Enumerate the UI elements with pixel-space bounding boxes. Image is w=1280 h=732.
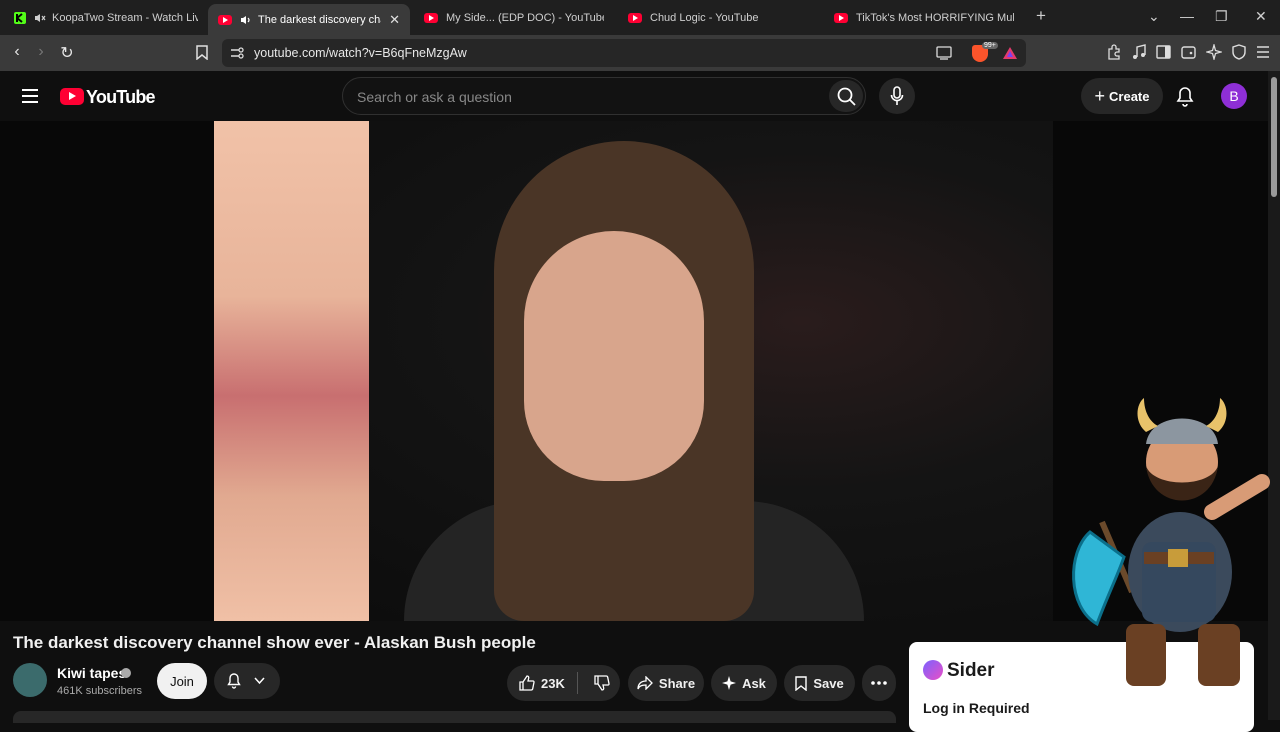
save-label: Save [813, 675, 844, 691]
account-avatar[interactable]: B [1221, 83, 1247, 109]
ask-label: Ask [742, 675, 766, 691]
youtube-icon [424, 12, 438, 23]
youtube-logo-text[interactable]: YouTube [86, 87, 156, 108]
extensions-puzzle-icon[interactable] [1106, 44, 1122, 60]
browser-tab-active[interactable]: The darkest discovery channe ✕ [208, 4, 410, 35]
brave-shields-badge: 99+ [982, 42, 998, 49]
scrollbar-thumb[interactable] [1271, 77, 1277, 197]
cast-icon[interactable] [936, 46, 952, 60]
viking-mascot-icon[interactable] [1062, 392, 1274, 692]
like-count[interactable]: 23K [541, 676, 565, 691]
create-label: Create [1109, 88, 1150, 104]
url-text: youtube.com/watch?v=B6qFneMzgAw [254, 46, 467, 60]
youtube-icon [218, 14, 232, 25]
close-tab-icon[interactable]: ✕ [389, 12, 400, 28]
description-box[interactable] [13, 711, 896, 723]
join-button[interactable]: Join [157, 663, 207, 699]
like-divider [576, 672, 578, 694]
browser-tab[interactable]: TikTok's Most HORRIFYING Mukbang [824, 4, 1024, 31]
search-icon [837, 87, 856, 106]
tab-title: My Side... (EDP DOC) - YouTube [446, 11, 604, 24]
search-box[interactable]: Search or ask a question [342, 77, 866, 115]
brave-rewards-icon[interactable] [1002, 46, 1018, 60]
guide-menu-icon[interactable] [22, 89, 38, 103]
tab-title: TikTok's Most HORRIFYING Mukbang [856, 11, 1014, 24]
video-subject-face [524, 231, 704, 481]
chevron-down-icon [254, 677, 265, 685]
subscription-notifications-button[interactable] [214, 663, 280, 699]
wallet-icon[interactable] [1181, 45, 1196, 59]
more-horizontal-icon [871, 681, 887, 685]
maximize-window-icon[interactable]: ❐ [1215, 8, 1228, 25]
reload-icon[interactable]: ↻ [57, 43, 77, 63]
browser-toolbar: ‹ › ↻ youtube.com/watch?v=B6qFneMzgAw 99… [0, 35, 1280, 71]
leo-ai-sparkle-icon[interactable] [1206, 44, 1222, 60]
sider-brain-icon [923, 660, 943, 680]
back-icon[interactable]: ‹ [7, 43, 27, 61]
bell-icon [227, 673, 241, 689]
share-label: Share [658, 675, 696, 691]
ask-button[interactable]: Ask [711, 665, 777, 701]
search-input[interactable]: Search or ask a question [357, 89, 512, 105]
minimize-window-icon[interactable]: — [1180, 8, 1194, 24]
dislike-thumb-down-icon[interactable] [594, 675, 610, 691]
save-button[interactable]: Save [784, 665, 855, 701]
browser-tab[interactable]: My Side... (EDP DOC) - YouTube [414, 4, 614, 31]
channel-name[interactable]: Kiwi tapes [57, 665, 126, 681]
save-bookmark-icon [795, 675, 808, 691]
subscriber-count: 461K subscribers [57, 685, 142, 697]
tab-title: Chud Logic - YouTube [650, 11, 759, 24]
youtube-icon [834, 12, 848, 23]
microphone-icon [890, 86, 904, 105]
notifications-bell-icon[interactable] [1175, 86, 1195, 107]
site-settings-icon[interactable] [230, 47, 244, 59]
muted-speaker-icon[interactable] [34, 13, 46, 23]
video-frame[interactable] [214, 121, 1053, 621]
ask-sparkle-icon [722, 676, 737, 690]
forward-icon[interactable]: › [31, 43, 51, 61]
channel-avatar[interactable] [13, 663, 47, 697]
video-title: The darkest discovery channel show ever … [13, 633, 536, 652]
voice-search-button[interactable] [879, 78, 915, 114]
plus-icon: + [1094, 85, 1106, 106]
share-arrow-icon [637, 676, 653, 690]
browser-tab-strip: KoopaTwo Stream - Watch Live o The darke… [0, 0, 1280, 35]
close-window-icon[interactable]: ✕ [1255, 8, 1267, 25]
bookmark-icon[interactable] [196, 45, 208, 60]
media-music-icon[interactable] [1131, 44, 1147, 60]
sider-brand: Sider [947, 660, 995, 681]
tab-list-chevron-icon[interactable]: ⌄ [1148, 8, 1160, 25]
blurred-face-region [214, 121, 369, 621]
browser-menu-icon[interactable] [1256, 45, 1270, 59]
tab-title: KoopaTwo Stream - Watch Live o [52, 11, 198, 24]
tab-title: The darkest discovery channe [258, 13, 381, 26]
browser-tab[interactable]: Chud Logic - YouTube [618, 4, 818, 31]
search-button[interactable] [829, 80, 863, 112]
sider-login-message[interactable]: Log in Required [923, 700, 1030, 716]
vpn-shield-icon[interactable] [1231, 44, 1247, 60]
share-button[interactable]: Share [628, 665, 704, 701]
kick-icon [14, 11, 26, 24]
like-thumb-up-icon[interactable] [519, 675, 535, 691]
like-dislike-group: 23K [507, 665, 620, 701]
more-actions-button[interactable] [862, 665, 896, 701]
sidebar-icon[interactable] [1156, 45, 1171, 59]
audio-playing-icon[interactable] [240, 15, 252, 25]
youtube-header: YouTube Search or ask a question + Creat… [0, 71, 1268, 121]
address-bar[interactable]: youtube.com/watch?v=B6qFneMzgAw 99+ [222, 39, 1026, 67]
youtube-logo-icon[interactable] [60, 88, 84, 105]
create-button[interactable]: + Create [1081, 78, 1163, 114]
youtube-icon [628, 12, 642, 23]
browser-tab-kick[interactable]: KoopaTwo Stream - Watch Live o [4, 4, 208, 31]
verified-badge-icon [121, 668, 131, 678]
new-tab-button[interactable]: + [1036, 6, 1046, 26]
